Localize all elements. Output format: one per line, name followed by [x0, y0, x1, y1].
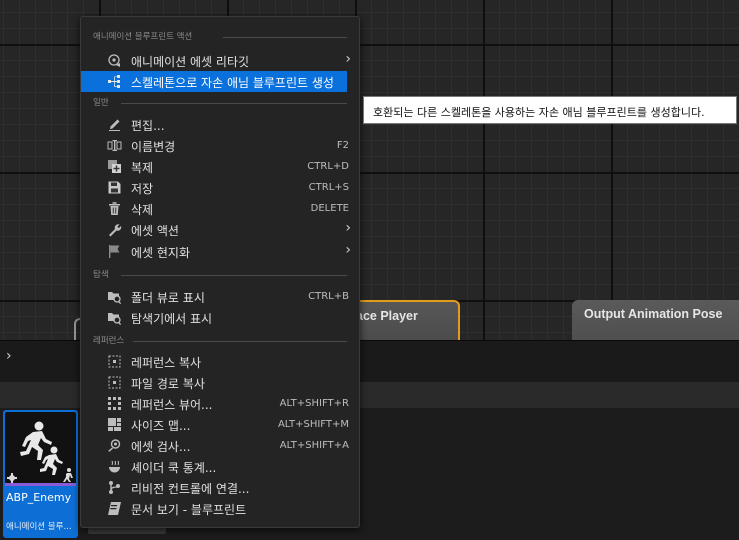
menu-item-edit[interactable]: 편집... [81, 114, 359, 135]
asset-thumbnail [5, 412, 76, 484]
menu-item-view-documentation[interactable]: 문서 보기 - 블루프린트 [81, 498, 359, 519]
menu-item-label: 삭제 [131, 203, 154, 217]
menu-item-shortcut: CTRL+S [308, 182, 349, 193]
menu-item-copy-file-path[interactable]: 파일 경로 복사 [81, 372, 359, 393]
menu-item-label: 편집... [131, 119, 165, 133]
chevron-right-icon: › [345, 242, 351, 258]
chevron-right-icon: › [345, 51, 351, 67]
wrench-icon [107, 222, 122, 237]
copy-path-icon [107, 375, 122, 390]
documentation-icon [107, 501, 122, 516]
section-divider [121, 103, 347, 104]
retarget-icon [107, 53, 122, 68]
skeleton-badge-icon [63, 468, 73, 482]
folder-search-icon [107, 289, 122, 305]
menu-item-connect-source-control[interactable]: 리비전 컨트롤에 연결... [81, 477, 359, 498]
menu-item-delete[interactable]: 삭제 DELETE [81, 198, 359, 219]
menu-item-shortcut: ALT+SHIFT+R [279, 398, 349, 409]
menu-item-shortcut: DELETE [310, 203, 349, 214]
chevron-right-icon[interactable]: › [6, 348, 12, 364]
save-icon [107, 180, 122, 195]
menu-item-create-child-anim-blueprint[interactable]: 스켈레톤으로 자손 애님 블루프린트 생성 [81, 71, 347, 92]
menu-item-rename[interactable]: 이름변경 F2 [81, 135, 359, 156]
menu-item-label: 에셋 현지화 [131, 246, 191, 260]
menu-item-label: 에셋 액션 [131, 224, 179, 238]
reference-viewer-icon [107, 396, 122, 411]
gear-badge-icon [7, 473, 17, 483]
menu-item-label: 저장 [131, 182, 154, 196]
audit-icon [107, 438, 122, 453]
section-header-browse: 탐색 [93, 270, 109, 280]
running-figure-icon [20, 421, 63, 475]
menu-item-shortcut: CTRL+D [307, 161, 349, 172]
source-control-icon [107, 480, 122, 495]
tooltip: 호환되는 다른 스켈레톤을 사용하는 자손 애님 블루프린트를 생성합니다. [363, 96, 737, 124]
rename-icon [107, 138, 122, 153]
shader-icon [107, 459, 122, 474]
menu-item-label: 이름변경 [131, 140, 176, 154]
menu-item-label: 폴더 뷰로 표시 [131, 291, 205, 305]
menu-item-duplicate[interactable]: 복제 CTRL+D [81, 156, 359, 177]
asset-type-label: 애니메이션 블루... [6, 522, 72, 532]
flag-icon [107, 244, 122, 259]
section-header-anim-blueprint-actions: 애니메이션 블루프린트 액션 [93, 32, 193, 42]
section-divider [223, 37, 347, 38]
section-header-general: 일반 [93, 98, 109, 108]
trash-icon [107, 201, 122, 216]
menu-item-audit-assets[interactable]: 에셋 검사... ALT+SHIFT+A [81, 435, 359, 456]
menu-item-show-in-explorer[interactable]: 탐색기에서 표시 [81, 307, 359, 328]
menu-item-asset-localization[interactable]: 에셋 현지화 › [81, 241, 359, 262]
menu-item-shortcut: ALT+SHIFT+A [279, 440, 349, 451]
size-map-icon [107, 417, 122, 432]
section-divider [133, 341, 347, 342]
menu-item-label: 복제 [131, 161, 154, 175]
menu-item-label: 레퍼런스 복사 [131, 356, 202, 370]
menu-item-shader-cook-stats[interactable]: 셰이더 쿡 통계... [81, 456, 359, 477]
menu-item-show-in-folder-view[interactable]: 폴더 뷰로 표시 CTRL+B [81, 286, 359, 307]
menu-item-label: 문서 보기 - 블루프린트 [131, 503, 247, 517]
menu-item-label: 애니메이션 에셋 리타깃 [131, 55, 250, 69]
menu-item-save[interactable]: 저장 CTRL+S [81, 177, 359, 198]
menu-item-asset-actions[interactable]: 에셋 액션 › [81, 219, 359, 240]
menu-item-shortcut: CTRL+B [308, 291, 349, 302]
node-title: Output Animation Pose [584, 307, 723, 321]
copy-reference-icon [107, 354, 122, 369]
pencil-icon [107, 117, 122, 132]
menu-item-size-map[interactable]: 사이즈 맵... ALT+SHIFT+M [81, 414, 359, 435]
menu-item-label: 리비전 컨트롤에 연결... [131, 482, 250, 496]
asset-name: ABP_Enemy [6, 491, 72, 504]
menu-item-label: 에셋 검사... [131, 440, 191, 454]
duplicate-icon [107, 159, 122, 174]
menu-item-shortcut: F2 [336, 140, 349, 151]
explorer-icon [107, 310, 122, 326]
menu-item-label: 파일 경로 복사 [131, 377, 205, 391]
menu-item-reference-viewer[interactable]: 레퍼런스 뷰어... ALT+SHIFT+R [81, 393, 359, 414]
chevron-right-icon: › [345, 220, 351, 236]
menu-item-copy-reference[interactable]: 레퍼런스 복사 [81, 351, 359, 372]
menu-item-shortcut: ALT+SHIFT+M [277, 419, 349, 430]
tooltip-text: 호환되는 다른 스켈레톤을 사용하는 자손 애님 블루프린트를 생성합니다. [373, 106, 705, 119]
menu-item-label: 사이즈 맵... [131, 419, 191, 433]
asset-tile-abp-enemy[interactable]: ABP_Enemy 애니메이션 블루... [3, 410, 78, 538]
menu-item-label: 탐색기에서 표시 [131, 312, 213, 326]
menu-item-label: 셰이더 쿡 통계... [131, 461, 217, 475]
skeleton-hierarchy-icon [107, 74, 122, 89]
menu-item-label: 레퍼런스 뷰어... [131, 398, 213, 412]
asset-type-color-bar [5, 483, 76, 486]
asset-context-menu: 애니메이션 블루프린트 액션 애니메이션 에셋 리타깃 › 스켈레톤으로 자손 … [80, 16, 360, 528]
menu-item-retarget[interactable]: 애니메이션 에셋 리타깃 › [81, 50, 359, 71]
section-divider [121, 275, 347, 276]
section-header-references: 레퍼런스 [93, 336, 125, 346]
menu-item-label: 스켈레톤으로 자손 애님 블루프린트 생성 [131, 76, 334, 90]
